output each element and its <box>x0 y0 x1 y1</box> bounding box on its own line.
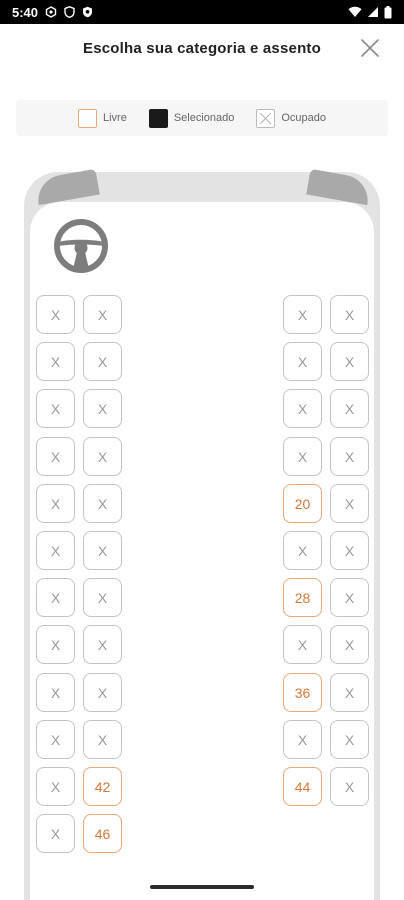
seat-occupied[interactable]: X <box>36 673 75 712</box>
seat-occupied[interactable]: X <box>36 295 75 334</box>
seat-available-44[interactable]: 44 <box>283 767 322 806</box>
seat-available-36[interactable]: 36 <box>283 673 322 712</box>
seat-occupied[interactable]: X <box>330 625 369 664</box>
seat-occupied[interactable]: X <box>330 342 369 381</box>
seat-occupied[interactable]: X <box>330 295 369 334</box>
seat-occupied[interactable]: X <box>283 625 322 664</box>
seat-occupied[interactable]: X <box>283 720 322 759</box>
seat-occupied[interactable]: X <box>83 720 122 759</box>
seat-occupied[interactable]: X <box>283 389 322 428</box>
seat-occupied[interactable]: X <box>330 578 369 617</box>
seat-occupied[interactable]: X <box>283 342 322 381</box>
seat-occupied[interactable]: X <box>283 295 322 334</box>
seat-occupied[interactable]: X <box>36 767 75 806</box>
seat-occupied[interactable]: X <box>36 342 75 381</box>
seat-occupied[interactable]: X <box>330 437 369 476</box>
seat-occupied[interactable]: X <box>330 767 369 806</box>
seat-occupied[interactable]: X <box>36 437 75 476</box>
seat-occupied[interactable]: X <box>83 578 122 617</box>
seat-occupied[interactable]: X <box>330 531 369 570</box>
seat-occupied[interactable]: X <box>83 531 122 570</box>
seat-occupied[interactable]: X <box>36 814 75 853</box>
seat-occupied[interactable]: X <box>36 720 75 759</box>
seat-occupied[interactable]: X <box>83 625 122 664</box>
seat-occupied[interactable]: X <box>330 673 369 712</box>
seat-occupied[interactable]: X <box>83 342 122 381</box>
seat-occupied[interactable]: X <box>283 437 322 476</box>
seat-occupied[interactable]: X <box>83 437 122 476</box>
seat-occupied[interactable]: X <box>283 531 322 570</box>
seat-occupied[interactable]: X <box>83 389 122 428</box>
seat-occupied[interactable]: X <box>36 625 75 664</box>
seat-occupied[interactable]: X <box>330 720 369 759</box>
seat-occupied[interactable]: X <box>83 673 122 712</box>
seat-available-20[interactable]: 20 <box>283 484 322 523</box>
seat-occupied[interactable]: X <box>83 484 122 523</box>
seat-map: X X X X X X X X X X X X X X X X X X 20 X X X X X X X 28 X X X X X X X 36 X X… <box>0 0 404 900</box>
seat-occupied[interactable]: X <box>36 531 75 570</box>
seat-occupied[interactable]: X <box>83 295 122 334</box>
seat-occupied[interactable]: X <box>36 389 75 428</box>
seat-occupied[interactable]: X <box>36 578 75 617</box>
home-indicator[interactable] <box>150 885 254 889</box>
seat-available-28[interactable]: 28 <box>283 578 322 617</box>
seat-occupied[interactable]: X <box>36 484 75 523</box>
seat-occupied[interactable]: X <box>330 389 369 428</box>
seat-available-46[interactable]: 46 <box>83 814 122 853</box>
seat-available-42[interactable]: 42 <box>83 767 122 806</box>
seat-occupied[interactable]: X <box>330 484 369 523</box>
